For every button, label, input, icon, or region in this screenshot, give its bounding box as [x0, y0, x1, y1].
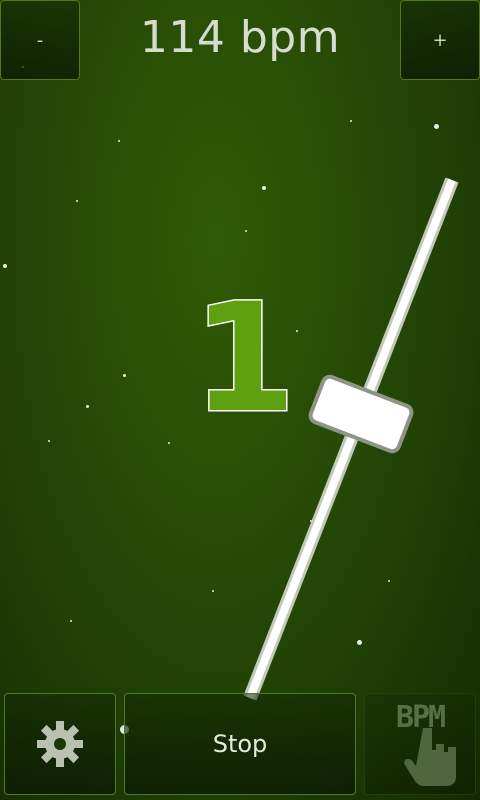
tempo-display: 114 bpm — [139, 12, 341, 63]
star — [212, 590, 214, 592]
star — [388, 580, 390, 582]
beat-counter: 1 — [191, 272, 298, 446]
star — [70, 620, 72, 622]
increase-tempo-button[interactable]: + — [400, 0, 480, 80]
star — [310, 520, 312, 522]
star — [86, 405, 89, 408]
star — [118, 140, 120, 142]
tap-tempo-button[interactable]: BPM — [364, 693, 476, 795]
star — [76, 200, 78, 202]
settings-button[interactable] — [4, 693, 116, 795]
star — [434, 124, 439, 129]
hand-pointer-icon — [404, 728, 456, 786]
star — [420, 255, 422, 257]
star — [357, 640, 362, 645]
star — [168, 442, 170, 444]
star — [123, 374, 126, 377]
star — [3, 264, 7, 268]
gear-icon — [37, 721, 83, 767]
star — [262, 186, 266, 190]
stop-button[interactable]: Stop — [124, 693, 356, 795]
pendulum-weight-slider[interactable] — [308, 374, 414, 454]
star — [296, 330, 298, 332]
star — [48, 440, 50, 442]
star — [245, 230, 247, 232]
star — [350, 120, 352, 122]
decrease-tempo-button[interactable]: - — [0, 0, 80, 80]
